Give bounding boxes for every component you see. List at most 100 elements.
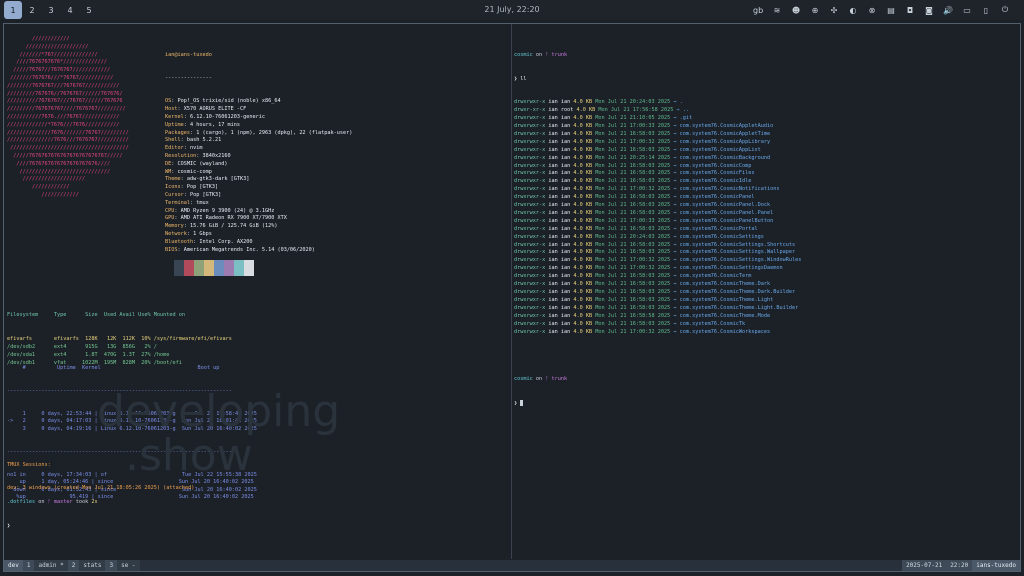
ls-name: ⇒ com.system76.CosmicFiles — [673, 170, 755, 177]
info-key: Packages — [165, 129, 190, 136]
ls-name: ⇒ . — [673, 99, 683, 106]
ls-size: 4.0 KB — [573, 241, 593, 248]
ls-date: Mon Jul 21 21:10:05 2025 — [595, 115, 671, 122]
sync-icon[interactable]: ⊗ — [867, 6, 877, 15]
discord-icon[interactable]: ⊕ — [810, 6, 820, 15]
ls-size: 4.0 KB — [573, 257, 593, 264]
info-line: Editor: nvim — [165, 145, 203, 152]
chat-icon[interactable]: ◘ — [905, 6, 915, 15]
ls-owner: ian ian — [548, 296, 571, 303]
app-indicator-icon[interactable]: ◐ — [848, 6, 858, 15]
ls-permissions: drwxrwxr-x — [514, 281, 546, 288]
info-list: OS: Pop!_OS trixie/sid (noble) x86_64 Hos… — [165, 98, 352, 254]
keyboard-layout-icon[interactable]: gb — [753, 6, 763, 15]
ls-permissions: drwxrwxr-x — [514, 257, 546, 264]
info-value: 1 Gbps — [193, 230, 212, 237]
status-window-index[interactable]: 3 — [105, 560, 118, 571]
ls-name: ⇒ com.system76.CosmicTk — [673, 320, 746, 327]
ls-size: 4.0 KB — [573, 328, 593, 335]
ls-row: drwxrwxr-x ian ian 4.0 KB Mon Jul 21 16:… — [514, 163, 801, 171]
ls-permissions: drwxrwxr-x — [514, 122, 546, 129]
command-line: ❯ ll — [514, 75, 527, 82]
ls-size: 4.0 KB — [573, 249, 593, 256]
right-pane[interactable]: cosmic on ᚠ trunk ❯ ll drwxrwxr-x ian ia… — [514, 30, 1014, 545]
clipboard-icon[interactable]: ▤ — [886, 6, 896, 15]
status-window-name[interactable]: admin * — [34, 560, 68, 571]
ls-size: 4.0 KB — [573, 202, 593, 209]
ls-date: Mon Jul 21 16:58:03 2025 — [595, 170, 671, 177]
clock-label[interactable]: 21 July, 22:20 — [484, 5, 539, 14]
ls-row: drwxrwxr-x ian ian 4.0 KB Mon Jul 21 17:… — [514, 257, 801, 265]
vpn-icon[interactable]: ☻ — [791, 6, 801, 15]
ls-row: drwxrwxr-x ian ian 4.0 KB Mon Jul 21 16:… — [514, 194, 801, 202]
ls-owner: ian ian — [548, 162, 571, 169]
status-window-name[interactable]: se - — [117, 560, 140, 571]
ls-size: 4.0 KB — [573, 178, 593, 185]
ls-owner: ian ian — [548, 241, 571, 248]
notifications-icon[interactable]: ▭ — [962, 6, 972, 15]
system-tray: gb ≋ ☻ ⊕ ✣ ◐ ⊗ ▤ ◘ ◙ 🔊 ▭ ▯ ⏻ — [753, 0, 1010, 20]
ls-owner: ian ian — [548, 209, 571, 216]
ls-name: ⇒ .git — [673, 115, 693, 122]
ls-row: drwxrwxr-x ian ian 4.0 KB Mon Jul 21 16:… — [514, 289, 801, 297]
top-panel: 12345 21 July, 22:20 gb ≋ ☻ ⊕ ✣ ◐ ⊗ ▤ ◘ ◙ 🔊 ▭ ▯ ⏻ — [0, 0, 1024, 20]
workspace-3-button[interactable]: 3 — [42, 1, 60, 19]
uptimed-header: # Uptime Kernel Boot up — [7, 365, 220, 372]
status-window-name[interactable]: stats — [79, 560, 106, 571]
ls-size: 4.0 KB — [573, 296, 593, 303]
ls-name: ⇒ com.system76.CosmicPanel — [673, 194, 755, 201]
ls-name: ⇒ com.system76.CosmicTerm — [673, 273, 752, 280]
status-session[interactable]: dev — [4, 560, 23, 571]
ls-name: ⇒ com.system76.CosmicSettingsDaemon — [673, 265, 783, 272]
uptimed-rows: 1 0 days, 22:53:44 | Linux 6.12.10-76061… — [7, 411, 257, 434]
ls-owner: ian ian — [548, 146, 571, 153]
prompt-dir: cosmic — [514, 375, 533, 382]
power-icon[interactable]: ⏻ — [1000, 5, 1010, 15]
ls-row: drwxrwxr-x ian ian 4.0 KB Mon Jul 21 16:… — [514, 321, 801, 329]
color-swatch — [214, 260, 224, 276]
ls-name: ⇒ com.system76.CosmicIdle — [673, 178, 752, 185]
volume-icon[interactable]: 🔊 — [943, 6, 953, 15]
ls-size: 4.0 KB — [573, 186, 593, 193]
ls-name: ⇒ com.system76.CosmicComp — [673, 162, 752, 169]
ls-permissions: drwxr-xr-x — [514, 107, 546, 114]
info-line: GPU: AMD ATI Radeon RX 7900 XT/7900 XTX — [165, 215, 287, 222]
status-window-index[interactable]: 2 — [67, 560, 80, 571]
prompt-branch: ᚠ master — [47, 499, 73, 505]
workspace-2-button[interactable]: 2 — [23, 1, 41, 19]
ls-row: drwxrwxr-x ian ian 4.0 KB Mon Jul 21 16:… — [514, 131, 801, 139]
info-line: Uptime: 4 hours, 17 mins — [165, 121, 240, 128]
color-swatch — [174, 260, 184, 276]
status-window-index[interactable]: 1 — [22, 560, 35, 571]
info-line: Host: X570 AORUS ELITE -CF — [165, 106, 247, 113]
info-key: CPU — [165, 207, 175, 214]
ls-size: 4.0 KB — [573, 312, 593, 319]
info-value: 1 (cargo), 1 (npm), 2963 (dpkg), 22 (fla… — [196, 129, 353, 136]
ls-date: Mon Jul 21 17:00:32 2025 — [595, 186, 671, 193]
left-pane[interactable]: //////////// //////////////////// //////… — [7, 30, 509, 545]
info-key: Memory — [165, 223, 184, 230]
ls-permissions: drwxrwxr-x — [514, 99, 546, 106]
ls-date: Mon Jul 21 17:00:33 2025 — [595, 217, 671, 224]
ls-size: 4.0 KB — [573, 265, 593, 272]
tmux-status-bar: dev 1 admin * 2 stats 3 se - 2025-07-21 22:20… — [4, 560, 1020, 571]
ls-date: Mon Jul 21 17:00:32 2025 — [595, 328, 671, 335]
ls-row: drwxrwxr-x ian ian 4.0 KB Mon Jul 21 16:… — [514, 313, 801, 321]
workspace-4-button[interactable]: 4 — [61, 1, 79, 19]
info-line: Icons: Pop [GTK3] — [165, 184, 219, 191]
bluetooth-icon[interactable]: ✣ — [829, 6, 839, 15]
info-line: DE: COSMIC (wayland) — [165, 160, 228, 167]
ls-size: 4.0 KB — [573, 217, 593, 224]
workspace-5-button[interactable]: 5 — [80, 1, 98, 19]
workspace-1-button[interactable]: 1 — [4, 1, 22, 19]
ls-name: ⇒ .. — [676, 107, 689, 114]
status-time: 22:20 — [946, 560, 973, 571]
ls-row: drwxrwxr-x ian ian 4.0 KB Mon Jul 21 16:… — [514, 226, 801, 234]
ls-permissions: drwxrwxr-x — [514, 138, 546, 145]
battery-icon[interactable]: ▯ — [981, 6, 991, 15]
ls-size: 4.0 KB — [573, 320, 593, 327]
network-icon[interactable]: ≋ — [772, 6, 782, 15]
info-value: COSMIC (wayland) — [177, 160, 228, 167]
pane-divider[interactable] — [511, 24, 512, 559]
display-icon[interactable]: ◙ — [924, 6, 934, 15]
